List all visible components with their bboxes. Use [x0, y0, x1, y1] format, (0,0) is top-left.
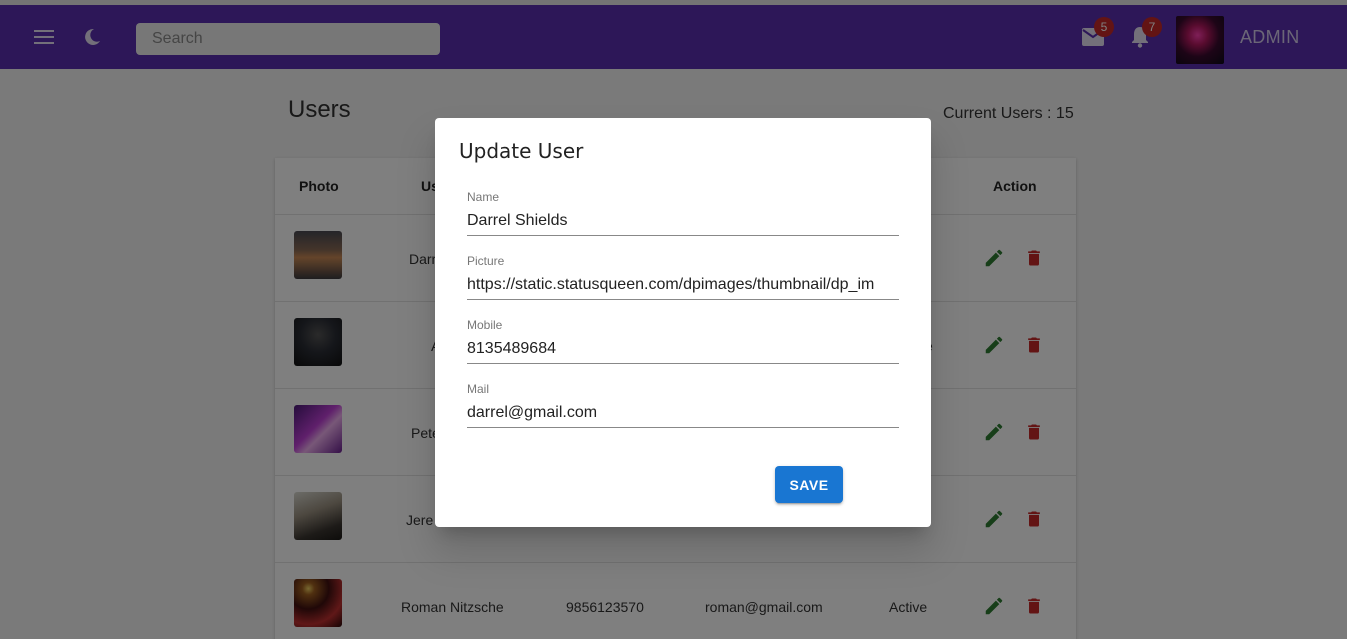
dialog-title: Update User: [459, 139, 584, 163]
mail-label: Mail: [467, 382, 490, 396]
mobile-input[interactable]: [467, 334, 899, 364]
name-label: Name: [467, 190, 500, 204]
name-input[interactable]: [467, 206, 899, 236]
name-field: Name: [467, 190, 899, 246]
update-user-dialog: Update User Name Picture Mobile Mail SAV…: [435, 118, 931, 527]
save-button[interactable]: SAVE: [775, 466, 843, 503]
picture-label: Picture: [467, 254, 505, 268]
mail-input[interactable]: [467, 398, 899, 428]
picture-input[interactable]: [467, 270, 899, 300]
picture-field: Picture: [467, 254, 899, 310]
mail-field: Mail: [467, 382, 899, 438]
mobile-field: Mobile: [467, 318, 899, 374]
mobile-label: Mobile: [467, 318, 503, 332]
